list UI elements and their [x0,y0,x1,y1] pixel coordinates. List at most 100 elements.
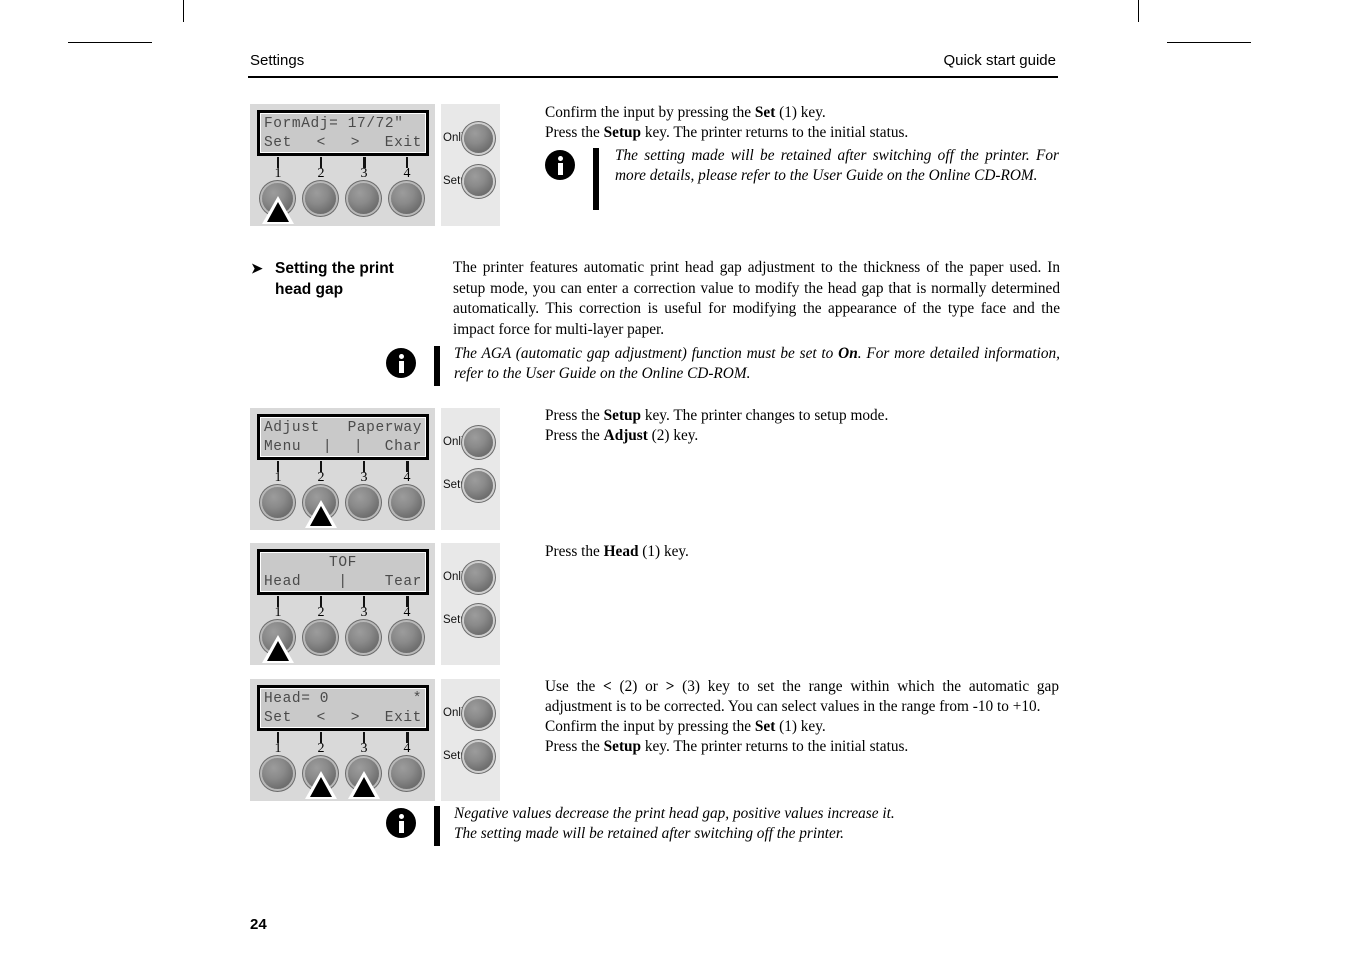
header-rule [248,76,1058,78]
arrow-bullet-icon: ➤ [251,260,263,276]
control-panel-keypad: Head= 0 * Set < > Exit 1 2 3 4 [250,679,435,801]
instruction-text: key. The printer changes to setup mode. [641,407,889,424]
instruction-line: Press the Head (1) key. [545,542,1059,562]
section-heading-line-1: Setting the print [275,260,394,277]
instruction-text: (1) key. [638,543,689,560]
info-icon [386,808,416,838]
instruction-line: Press the Setup key. The printer returns… [545,123,1059,143]
instruction-block-adjust: Press the Setup key. The printer changes… [545,406,1059,446]
lcd-display: TOF Head | Tear [257,549,429,595]
page-number: 24 [250,916,267,933]
note-text: The AGA (automatic gap adjustment) funct… [454,344,1060,384]
instruction-text: (1) key. [775,718,826,735]
setup-key[interactable] [464,742,493,771]
instruction-block-head: Use the < (2) or > (3) key to set the ra… [545,677,1059,757]
control-panel-tof: TOF Head | Tear 1 2 3 4 Online Setup [250,543,500,665]
function-key-4[interactable] [391,758,422,789]
value-on: On [838,345,858,362]
manual-page: Settings Quick start guide FormAdj= 17/7… [248,0,1060,954]
section-heading: ➤ Setting the print head gap [251,258,436,300]
control-panel-side-keys: Online Setup [441,104,500,226]
lcd-softkey-2: < [316,710,326,726]
lcd-softkey-2: | [322,439,333,455]
key-number-1: 1 [274,166,282,181]
lcd-display: Head= 0 * Set < > Exit [257,685,429,731]
press-indicator-key-1-icon [262,196,294,224]
function-key-2[interactable] [305,622,336,653]
control-panel-side-keys: Online Setup [441,679,500,801]
setup-key[interactable] [464,167,493,196]
lcd-softkey-3: | [338,574,348,590]
online-key[interactable] [464,699,493,728]
instruction-text: Press the [545,124,604,141]
instruction-text: key. The printer returns to the initial … [641,124,909,141]
crop-mark-left [68,42,152,43]
lcd-modified-marker: * [412,691,422,707]
key-number-2: 2 [317,605,325,620]
press-indicator-key-2-icon [305,500,337,528]
info-icon [545,150,575,180]
header-section-title: Settings [250,52,305,69]
function-key-1[interactable] [262,487,293,518]
crop-mark-top-left [183,0,184,22]
online-key[interactable] [464,563,493,592]
setup-key[interactable] [464,606,493,635]
key-name-set: Set [754,104,776,121]
key-name-adjust: Adjust [603,427,648,444]
control-panel-side-keys: Online Setup [441,408,500,530]
key-name-setup: Setup [603,407,642,424]
key-name-setup: Setup [603,124,642,141]
key-name-head: Head [603,543,639,560]
function-key-2[interactable] [305,183,336,214]
setup-key[interactable] [464,471,493,500]
key-number-1: 1 [274,470,282,485]
control-panel-keypad: TOF Head | Tear 1 2 3 4 [250,543,435,665]
key-number-2: 2 [317,166,325,181]
lcd-softkey-4: Exit [384,135,422,151]
instruction-line: Press the Setup key. The printer changes… [545,406,1059,426]
control-panel-keypad: Adjust Paperway Menu | | Char 1 2 3 4 [250,408,435,530]
crop-mark-top-right [1138,0,1139,22]
lcd-softkey-4: Char [384,439,422,455]
note-text-line: The setting made will be retained after … [454,825,844,842]
function-key-4[interactable] [391,622,422,653]
instruction-paragraph: Use the < (2) or > (3) key to set the ra… [545,677,1059,717]
control-panel-formadj: FormAdj= 17/72" Set < > Exit 1 2 3 4 Onl… [250,104,500,226]
instruction-block-tof: Press the Head (1) key. [545,542,1059,562]
key-number-3: 3 [360,605,368,620]
key-number-3: 3 [360,470,368,485]
instruction-text: Use the [545,678,604,695]
lcd-softkey-4: Tear [384,574,422,590]
control-panel-adjust: Adjust Paperway Menu | | Char 1 2 3 4 On… [250,408,500,530]
key-number-1: 1 [274,741,282,756]
note-text: The setting made will be retained after … [615,147,1059,184]
lcd-softkey-3: | [353,439,364,455]
function-key-3[interactable] [348,622,379,653]
lcd-line1-left: Head= 0 [264,691,330,707]
function-key-4[interactable] [391,487,422,518]
lcd-softkey-3: > [350,135,361,151]
instruction-text: Press the [545,738,604,755]
function-key-3[interactable] [348,183,379,214]
instruction-line: Confirm the input by pressing the Set (1… [545,103,1059,123]
instruction-text: Confirm the input by pressing the [545,718,755,735]
instruction-text: key. The printer returns to the initial … [641,738,909,755]
key-name-left-arrow: < [603,678,612,695]
control-panel-head: Head= 0 * Set < > Exit 1 2 3 4 Online Se… [250,679,500,801]
instruction-text: Press the [545,427,604,444]
function-key-4[interactable] [391,183,422,214]
online-key[interactable] [464,428,493,457]
function-key-3[interactable] [348,487,379,518]
note-accent-bar [434,806,440,846]
lcd-softkey-4: Exit [384,710,422,726]
lcd-display: Adjust Paperway Menu | | Char [257,414,429,460]
control-panel-side-keys: Online Setup [441,543,500,665]
instruction-line: Press the Adjust (2) key. [545,426,1059,446]
key-number-3: 3 [360,166,368,181]
header-document-title: Quick start guide [943,52,1056,69]
function-key-1[interactable] [262,758,293,789]
instruction-text: (1) key. [775,104,826,121]
online-key[interactable] [464,124,493,153]
lcd-softkey-1: Set [264,135,292,151]
lcd-softkey-1: Head [264,574,302,590]
